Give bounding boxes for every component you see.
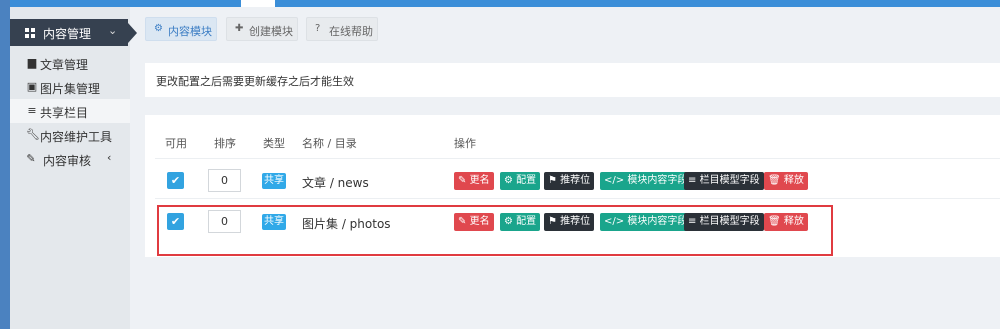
row-divider bbox=[155, 158, 1000, 159]
button-label: 更名 bbox=[469, 175, 490, 186]
sidebar-header-content-management[interactable]: 内容管理 ⌄ bbox=[10, 19, 137, 46]
grid-icon bbox=[25, 28, 35, 38]
sidebar-item-label: 图片集管理 bbox=[40, 82, 101, 96]
tab-label: 创建模块 bbox=[249, 25, 293, 38]
release-button[interactable]: 🗑︎ 释放 bbox=[764, 172, 808, 190]
active-arrow bbox=[128, 23, 137, 43]
button-label: 栏目模型字段 bbox=[699, 175, 760, 186]
config-button[interactable]: ⚙ 配置 bbox=[500, 172, 541, 190]
col-header-type: 类型 bbox=[263, 137, 285, 150]
flag-icon: ⚑ bbox=[548, 175, 557, 186]
col-header-actions: 操作 bbox=[454, 137, 476, 150]
list-icon: ≡ bbox=[688, 175, 697, 186]
chevron-left-icon: ‹ bbox=[107, 151, 112, 164]
edit-icon: ✎ bbox=[26, 152, 36, 165]
rename-button[interactable]: ✎ 更名 bbox=[454, 172, 494, 190]
tab-label: 在线帮助 bbox=[329, 25, 373, 38]
sidebar-item-shared-columns[interactable]: ≡ 共享栏目 bbox=[10, 99, 130, 123]
sidebar-item-content-review[interactable]: ✎ 内容审核 ‹ bbox=[10, 147, 130, 171]
sidebar-item-label: 共享栏目 bbox=[40, 106, 89, 120]
order-input[interactable]: 0 bbox=[208, 169, 241, 192]
edit-icon: ✎ bbox=[458, 175, 467, 186]
col-header-name: 名称 / 目录 bbox=[302, 137, 357, 150]
tab-label: 内容模块 bbox=[168, 25, 212, 38]
sidebar-item-label: 内容维护工具 bbox=[40, 130, 113, 144]
row-divider bbox=[155, 198, 1000, 199]
notice-bar: 更改配置之后需要更新缓存之后才能生效 bbox=[145, 63, 1000, 97]
top-bar-notch bbox=[241, 0, 275, 7]
wrench-icon: 🔧︎ bbox=[26, 128, 40, 141]
enabled-checkbox[interactable]: ✔ bbox=[167, 172, 184, 189]
list-icon: ≡ bbox=[27, 104, 37, 117]
button-label: 模块内容字段 bbox=[627, 175, 688, 186]
tab-create-module[interactable]: ✚ 创建模块 bbox=[226, 17, 298, 41]
top-bar bbox=[0, 0, 1000, 7]
code-icon: </> bbox=[604, 175, 625, 186]
tab-online-help[interactable]: ? 在线帮助 bbox=[306, 17, 378, 41]
gear-icon: ⚙ bbox=[504, 175, 513, 186]
sidebar: 内容管理 ⌄ ▆ 文章管理 ▣ 图片集管理 ≡ 共享栏目 🔧︎ 内容维护工具 ✎… bbox=[10, 7, 137, 329]
recommend-button[interactable]: ⚑ 推荐位 bbox=[544, 172, 595, 190]
col-header-order: 排序 bbox=[214, 137, 236, 150]
column-fields-button[interactable]: ≡ 栏目模型字段 bbox=[684, 172, 764, 190]
tab-content-modules[interactable]: ⚙ 内容模块 bbox=[145, 17, 217, 41]
sidebar-item-maintenance-tools[interactable]: 🔧︎ 内容维护工具 bbox=[10, 123, 130, 147]
sidebar-item-label: 内容审核 bbox=[43, 154, 92, 168]
image-icon: ▣ bbox=[26, 80, 38, 93]
highlight-box bbox=[157, 205, 833, 256]
module-name: 文章 / news bbox=[302, 176, 369, 190]
sidebar-header-label: 内容管理 bbox=[43, 27, 92, 41]
sidebar-item-label: 文章管理 bbox=[40, 58, 89, 72]
file-icon: ▆ bbox=[27, 56, 37, 69]
button-label: 释放 bbox=[783, 175, 804, 186]
sidebar-item-photos[interactable]: ▣ 图片集管理 bbox=[10, 75, 130, 99]
module-fields-button[interactable]: </> 模块内容字段 bbox=[600, 172, 692, 190]
button-label: 推荐位 bbox=[560, 175, 591, 186]
plus-icon: ✚ bbox=[235, 23, 244, 34]
type-badge: 共享 bbox=[262, 173, 286, 189]
cogs-icon: ⚙ bbox=[154, 23, 163, 34]
notice-text: 更改配置之后需要更新缓存之后才能生效 bbox=[156, 75, 354, 88]
col-header-enabled: 可用 bbox=[165, 137, 187, 150]
sidebar-item-articles[interactable]: ▆ 文章管理 bbox=[10, 51, 130, 75]
left-strip bbox=[0, 0, 10, 329]
chevron-down-icon: ⌄ bbox=[108, 24, 118, 37]
button-label: 配置 bbox=[516, 175, 537, 186]
trash-icon: 🗑︎ bbox=[768, 175, 781, 186]
question-icon: ? bbox=[315, 23, 321, 34]
